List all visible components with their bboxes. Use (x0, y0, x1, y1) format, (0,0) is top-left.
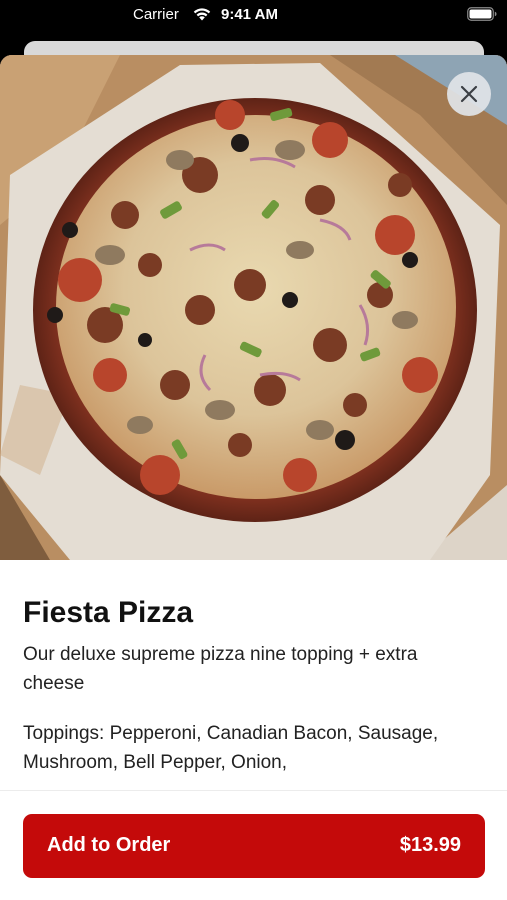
pizza-photo (0, 55, 507, 560)
add-to-order-label: Add to Order (47, 834, 171, 856)
battery-icon (467, 7, 497, 21)
product-sheet: Fiesta Pizza Our deluxe supreme pizza ni… (0, 55, 507, 900)
pizza-photo-illustration (0, 55, 507, 560)
product-toppings: Toppings: Pepperoni, Canadian Bacon, Sau… (23, 723, 439, 773)
status-bar: Carrier 9:41 AM (0, 0, 507, 34)
close-button[interactable] (447, 72, 491, 116)
status-time: 9:41 AM (221, 6, 278, 23)
order-footer: Add to Order $13.99 (0, 790, 507, 900)
carrier-label: Carrier (133, 6, 179, 23)
product-details: Fiesta Pizza Our deluxe supreme pizza ni… (23, 595, 483, 777)
wifi-icon (193, 8, 211, 21)
product-description: Our deluxe supreme pizza nine topping + … (23, 644, 418, 694)
price-label: $13.99 (399, 834, 461, 856)
screen: Carrier 9:41 AM Fiesta Pizza Our deluxe … (0, 0, 507, 900)
product-title: Fiesta Pizza (23, 596, 194, 629)
add-to-order-button[interactable]: Add to Order $13.99 (23, 814, 485, 878)
close-icon (460, 85, 478, 103)
